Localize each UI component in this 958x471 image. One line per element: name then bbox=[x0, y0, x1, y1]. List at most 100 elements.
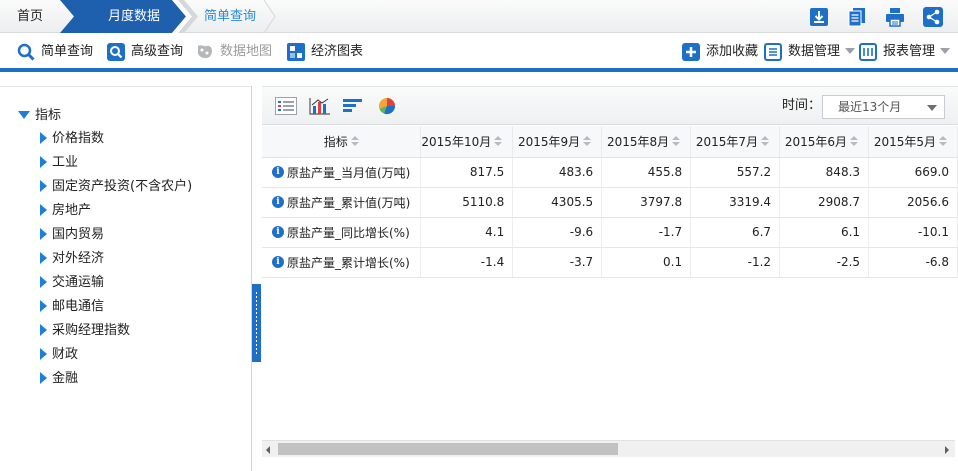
table-cell: 2908.7 bbox=[779, 187, 870, 218]
tree-item-banking[interactable]: 金融 bbox=[40, 370, 78, 388]
breadcrumb-end-chevron bbox=[263, 0, 276, 33]
table-cell: 669.0 bbox=[868, 157, 958, 188]
collapsed-triangle-icon bbox=[40, 347, 47, 360]
tree-item-foreign-economy[interactable]: 对外经济 bbox=[40, 250, 104, 268]
table-cell: 4305.5 bbox=[512, 187, 603, 218]
table-cell: 557.2 bbox=[690, 157, 781, 188]
column-header[interactable]: 2015年6月 bbox=[779, 126, 870, 158]
toolbar-divider bbox=[0, 68, 958, 72]
collapsed-triangle-icon bbox=[40, 179, 47, 192]
table-header-row: 指标 2015年10月 2015年9月 2015年8月 2015年7月 2015… bbox=[262, 126, 958, 158]
column-header[interactable]: 2015年9月 bbox=[512, 126, 603, 158]
tree-item-industry[interactable]: 工业 bbox=[40, 154, 78, 172]
info-icon[interactable]: i bbox=[272, 196, 284, 208]
view-toolbar: 时间： 最近13个月 bbox=[262, 87, 958, 125]
indicator-name-cell[interactable]: i 原盐产量_同比增长(%) bbox=[262, 217, 422, 248]
economic-chart-button[interactable]: 经济图表 bbox=[287, 42, 363, 62]
horizontal-scrollbar[interactable] bbox=[262, 440, 955, 457]
table-cell: -6.8 bbox=[868, 247, 958, 278]
table-cell: -2.5 bbox=[779, 247, 870, 278]
tree-item-fixed-assets[interactable]: 固定资产投资(不含农户) bbox=[40, 178, 192, 196]
collapsed-triangle-icon bbox=[40, 323, 47, 336]
collapsed-triangle-icon bbox=[40, 251, 47, 264]
collapsed-triangle-icon bbox=[40, 155, 47, 168]
scroll-right-icon[interactable] bbox=[945, 446, 949, 454]
table-cell: -3.7 bbox=[512, 247, 603, 278]
scrollbar-thumb[interactable] bbox=[278, 443, 618, 455]
collapsed-triangle-icon bbox=[40, 203, 47, 216]
indicator-name-cell[interactable]: i 原盐产量_累计值(万吨) bbox=[262, 187, 422, 218]
tree-root[interactable]: 指标 bbox=[18, 107, 61, 125]
collapsed-triangle-icon bbox=[40, 275, 47, 288]
table-cell: 848.3 bbox=[779, 157, 870, 188]
table-cell: 483.6 bbox=[512, 157, 603, 188]
sort-icon bbox=[583, 135, 592, 147]
toolbar: 简单查询 高级查询 数据地图 经济图表 添加收藏 数据管理 报表管理 bbox=[0, 33, 958, 69]
data-panel: 时间： 最近13个月 指标 2015年10月 2015年9月 2015年8月 2… bbox=[262, 86, 958, 471]
expanded-triangle-icon bbox=[18, 110, 30, 119]
collapsed-triangle-icon bbox=[40, 131, 47, 144]
table-row: i 原盐产量_累计值(万吨) 5110.8 4305.5 3797.8 3319.… bbox=[262, 187, 958, 218]
bar-chart-icon[interactable] bbox=[309, 97, 331, 115]
table-cell: 2056.6 bbox=[868, 187, 958, 218]
data-manage-menu[interactable]: 数据管理 bbox=[764, 42, 856, 62]
report-grid-icon bbox=[859, 43, 877, 61]
column-header[interactable]: 指标 bbox=[262, 126, 422, 158]
pane-splitter-handle[interactable] bbox=[252, 284, 261, 362]
copy-icon[interactable] bbox=[847, 7, 867, 27]
table-cell: 817.5 bbox=[420, 157, 514, 188]
column-header[interactable]: 2015年5月 bbox=[868, 126, 958, 158]
collapsed-triangle-icon bbox=[40, 371, 47, 384]
scroll-left-icon[interactable] bbox=[266, 446, 270, 454]
tree-item-pmi[interactable]: 采购经理指数 bbox=[40, 322, 130, 340]
breadcrumb-month[interactable]: 月度数据 bbox=[108, 0, 160, 33]
add-favorite-button[interactable]: 添加收藏 bbox=[682, 42, 758, 62]
tree-item-finance-public[interactable]: 财政 bbox=[40, 346, 78, 364]
pie-chart-icon[interactable] bbox=[376, 97, 398, 115]
horizontal-bar-icon[interactable] bbox=[342, 97, 364, 115]
data-table: 指标 2015年10月 2015年9月 2015年8月 2015年7月 2015… bbox=[262, 126, 958, 278]
time-range-select[interactable]: 最近13个月 bbox=[822, 95, 945, 119]
sort-icon bbox=[761, 135, 770, 147]
report-manage-menu[interactable]: 报表管理 bbox=[859, 42, 951, 62]
tree-item-post-telecom[interactable]: 邮电通信 bbox=[40, 298, 104, 316]
simple-query-button[interactable]: 简单查询 bbox=[17, 42, 93, 62]
tree-item-price-index[interactable]: 价格指数 bbox=[40, 130, 104, 148]
info-icon[interactable]: i bbox=[272, 226, 284, 238]
data-map-button[interactable]: 数据地图 bbox=[196, 42, 272, 62]
chart-tiles-icon bbox=[287, 43, 305, 61]
info-icon[interactable]: i bbox=[272, 166, 284, 178]
collapsed-triangle-icon bbox=[40, 299, 47, 312]
table-row: i 原盐产量_累计增长(%) -1.4 -3.7 0.1 -1.2 -2.5 -6… bbox=[262, 247, 958, 278]
table-cell: 3797.8 bbox=[601, 187, 692, 218]
column-header[interactable]: 2015年7月 bbox=[690, 126, 781, 158]
map-icon bbox=[197, 45, 212, 59]
share-icon[interactable] bbox=[923, 7, 943, 27]
download-icon[interactable] bbox=[809, 7, 829, 27]
column-header[interactable]: 2015年8月 bbox=[601, 126, 692, 158]
chevron-down-icon bbox=[940, 47, 951, 54]
column-header[interactable]: 2015年10月 bbox=[420, 126, 514, 158]
table-view-icon[interactable] bbox=[275, 97, 297, 115]
tree-item-domestic-trade[interactable]: 国内贸易 bbox=[40, 226, 104, 244]
tree-item-real-estate[interactable]: 房地产 bbox=[40, 202, 91, 220]
tree-item-transport[interactable]: 交通运输 bbox=[40, 274, 104, 292]
table-cell: -9.6 bbox=[512, 217, 603, 248]
indicator-name-cell[interactable]: i 原盐产量_当月值(万吨) bbox=[262, 157, 422, 188]
table-cell: -1.2 bbox=[690, 247, 781, 278]
advanced-search-icon bbox=[107, 43, 125, 61]
breadcrumb: 首页 月度数据 简单查询 bbox=[0, 0, 958, 33]
print-icon[interactable] bbox=[885, 7, 905, 27]
breadcrumb-simple-query[interactable]: 简单查询 bbox=[184, 0, 274, 33]
advanced-query-button[interactable]: 高级查询 bbox=[107, 42, 183, 62]
table-cell: -1.7 bbox=[601, 217, 692, 248]
info-icon[interactable]: i bbox=[272, 256, 284, 268]
table-cell: 5110.8 bbox=[420, 187, 514, 218]
indicator-name-cell[interactable]: i 原盐产量_累计增长(%) bbox=[262, 247, 422, 278]
indicator-tree: 指标 价格指数 工业 固定资产投资(不含农户) 房地产 国内贸易 对外经济 交通… bbox=[0, 86, 252, 471]
table-cell: 455.8 bbox=[601, 157, 692, 188]
table-cell: -1.4 bbox=[420, 247, 514, 278]
table-cell: -10.1 bbox=[868, 217, 958, 248]
table-cell: 4.1 bbox=[420, 217, 514, 248]
table-cell: 6.7 bbox=[690, 217, 781, 248]
